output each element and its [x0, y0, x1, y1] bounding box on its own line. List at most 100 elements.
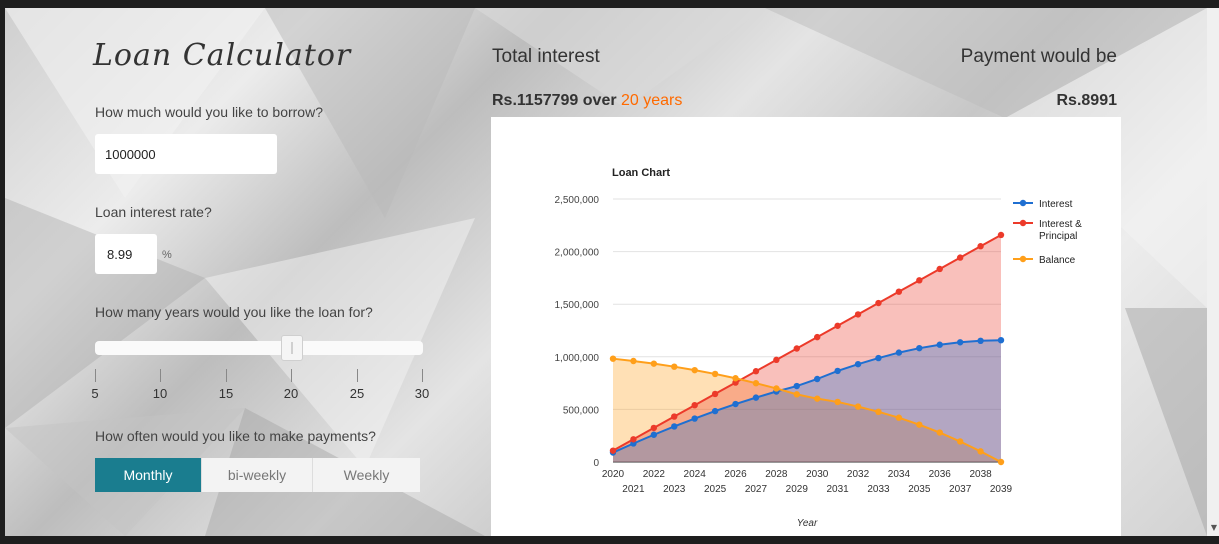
data-point	[691, 366, 698, 374]
vertical-scrollbar[interactable]: ▼	[1207, 8, 1219, 536]
slider-tick-label: 25	[349, 386, 365, 401]
x-tick-label: 2036	[929, 469, 952, 480]
x-tick-label: 2032	[847, 469, 870, 480]
x-tick-label: 2033	[867, 484, 890, 495]
scroll-down-icon[interactable]: ▼	[1211, 523, 1217, 532]
x-tick-label: 2028	[765, 469, 788, 480]
x-tick-label: 2024	[684, 469, 707, 480]
data-point	[936, 429, 943, 436]
data-point	[854, 403, 862, 410]
y-tick-label: 2,000,000	[555, 248, 600, 259]
rate-label: Loan interest rate?	[95, 204, 212, 220]
loan-calculator-page: Loan Calculator How much would you like …	[5, 8, 1207, 536]
interest-rate-input[interactable]	[95, 234, 157, 274]
data-point	[834, 367, 841, 375]
data-point	[732, 375, 739, 382]
loan-chart-svg: Loan Chart 0 500,000 1,000,000 1,500,000 2,00…	[555, 167, 1083, 529]
borrow-amount-input[interactable]	[95, 134, 277, 174]
data-point	[875, 408, 882, 416]
data-point	[854, 311, 862, 318]
legend-label: Interest &	[1039, 219, 1082, 230]
x-tick-label: 2021	[622, 484, 645, 495]
data-point	[936, 265, 943, 273]
data-point	[895, 414, 903, 421]
x-tick-label: 2038	[969, 469, 992, 480]
data-point	[671, 363, 678, 370]
data-point	[671, 413, 678, 420]
slider-tick	[357, 369, 358, 382]
data-point	[793, 382, 800, 390]
data-point	[793, 391, 800, 398]
data-point	[916, 421, 923, 428]
data-point	[752, 368, 760, 375]
data-point	[875, 299, 882, 307]
biweekly-option[interactable]: bi-weekly	[201, 458, 312, 492]
chart-title: Loan Chart	[612, 167, 670, 179]
data-point	[773, 356, 780, 364]
slider-tick	[160, 369, 161, 382]
data-point	[916, 277, 923, 284]
slider-tick-label: 15	[218, 386, 234, 401]
data-point	[834, 322, 841, 329]
slider-tick	[422, 369, 423, 382]
borrow-label: How much would you like to borrow?	[95, 104, 323, 120]
x-tick-label: 2029	[786, 484, 809, 495]
years-label: How many years would you like the loan f…	[95, 304, 373, 320]
percent-unit: %	[162, 249, 172, 261]
loan-chart: Loan Chart 0 500,000 1,000,000 1,500,000 2,00…	[491, 117, 1121, 536]
total-interest-value: Rs.1157799 over 20 years	[492, 92, 682, 110]
data-point	[691, 415, 698, 422]
y-tick-label: 1,500,000	[555, 300, 600, 311]
data-point	[691, 401, 698, 409]
data-point	[671, 423, 678, 430]
data-point	[752, 394, 760, 401]
data-point	[711, 370, 719, 378]
data-point	[936, 341, 943, 348]
over-text: over	[582, 92, 617, 109]
slider-tick-label: 30	[414, 386, 430, 401]
legend-label: Balance	[1039, 255, 1076, 266]
data-point	[630, 436, 637, 443]
data-point	[875, 354, 882, 362]
x-tick-label: 2031	[827, 484, 850, 495]
data-point	[956, 254, 964, 261]
payment-frequency-toggle: Monthly bi-weekly Weekly	[95, 458, 420, 492]
data-point	[609, 447, 617, 454]
weekly-option[interactable]: Weekly	[312, 458, 420, 492]
data-point	[650, 360, 658, 367]
data-point	[854, 360, 862, 368]
slider-tick	[226, 369, 227, 382]
data-point	[977, 243, 984, 250]
x-axis-label: Year	[797, 518, 818, 529]
data-point	[956, 339, 964, 346]
data-point	[711, 407, 719, 415]
data-point	[793, 345, 800, 352]
data-point	[895, 349, 903, 356]
legend-label: Interest	[1039, 199, 1073, 210]
data-point	[997, 231, 1005, 239]
data-point	[814, 375, 821, 383]
data-point	[650, 424, 658, 432]
slider-tick	[291, 369, 292, 382]
years-slider-track[interactable]	[95, 341, 423, 355]
data-point	[997, 458, 1005, 466]
x-tick-label: 2035	[908, 484, 931, 495]
data-point	[895, 288, 903, 295]
x-tick-label: 2039	[990, 484, 1013, 495]
years-slider-thumb[interactable]	[281, 335, 303, 361]
y-tick-label: 500,000	[563, 405, 600, 416]
legend-marker	[1019, 199, 1027, 207]
slider-tick-label: 20	[283, 386, 299, 401]
data-point	[977, 448, 984, 455]
data-point	[997, 336, 1005, 344]
x-tick-label: 2022	[643, 469, 666, 480]
slider-tick-label: 10	[152, 386, 168, 401]
data-point	[630, 357, 637, 365]
legend-marker	[1019, 219, 1027, 227]
data-point	[732, 400, 739, 408]
app-title: Loan Calculator	[93, 38, 352, 73]
monthly-option[interactable]: Monthly	[95, 458, 201, 492]
data-point	[609, 355, 617, 362]
x-tick-label: 2027	[745, 484, 768, 495]
data-point	[711, 390, 719, 398]
